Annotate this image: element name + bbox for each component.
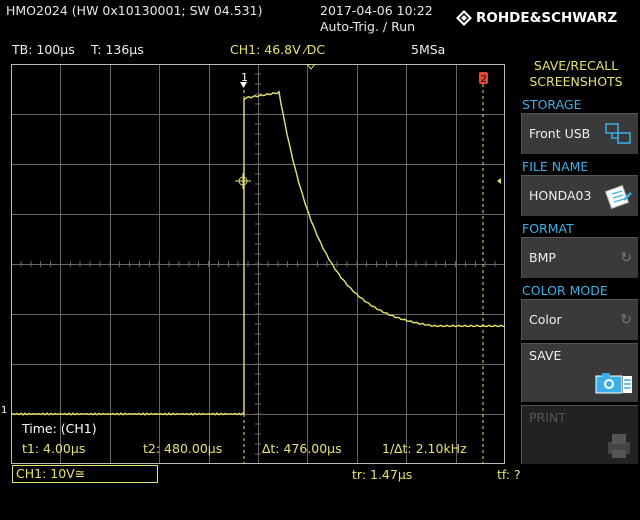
channel1-scale-label: CH1: 10V≅ — [16, 466, 86, 481]
storage-value: Front USB — [529, 126, 591, 141]
color-mode-button[interactable]: Color ↻ — [521, 299, 638, 340]
svg-text:2: 2 — [481, 74, 487, 85]
reference-2-marker[interactable]: 2 — [479, 72, 488, 85]
instrument-title: HMO2024 (HW 0x10130001; SW 04.531) — [6, 3, 263, 18]
cursor-source-readout: Time: (CH1) — [22, 421, 97, 436]
date-time: 2017-04-06 10:22 — [320, 3, 433, 18]
cursor-t2-readout: t2: 480.00µs — [143, 441, 223, 456]
file-name-button[interactable]: HONDA03 — [521, 175, 638, 216]
trigger-level-arrow-icon — [497, 178, 501, 184]
printer-icon — [608, 434, 630, 458]
storage-label: STORAGE — [522, 97, 582, 112]
cursor-inverse-delta-readout: 1/∆t: 2.10kHz — [382, 441, 467, 456]
usb-storage-icon — [605, 123, 631, 144]
format-label: FORMAT — [522, 221, 574, 236]
storage-button[interactable]: Front USB — [521, 113, 638, 154]
channel1-trigger-readout[interactable]: CH1: 46.8V ⁄DC — [230, 42, 325, 57]
datetime-block: 2017-04-06 10:22 Auto-Trig. / Run — [320, 3, 433, 35]
channel1-scale-box[interactable]: CH1: 10V≅ — [12, 465, 158, 483]
side-menu-title: SAVE/RECALL SCREENSHOTS — [516, 58, 636, 90]
camera-save-icon — [595, 373, 632, 394]
cursor-delta-t-readout: ∆t: 476.00µs — [262, 441, 342, 456]
channel1-level-label: 1 — [1, 405, 8, 416]
brand-name: ROHDE&SCHWARZ — [476, 10, 618, 26]
print-button[interactable]: PRINT — [521, 405, 638, 464]
format-value: BMP — [529, 250, 556, 265]
edit-filename-icon — [604, 184, 632, 210]
timebase-readout[interactable]: TB: 100µs — [12, 42, 75, 57]
trigger-position-marker[interactable]: 1 — [240, 71, 248, 88]
cursor-crosshair-icon[interactable] — [235, 173, 251, 189]
cycle-icon: ↻ — [620, 250, 632, 266]
cursor-t1-readout: t1: 4.00µs — [22, 441, 86, 456]
print-label: PRINT — [529, 410, 566, 425]
fall-time-readout: tf: ? — [497, 467, 521, 482]
save-button[interactable]: SAVE — [521, 343, 638, 402]
color-mode-label: COLOR MODE — [522, 283, 608, 298]
format-button[interactable]: BMP ↻ — [521, 237, 638, 278]
file-name-value: HONDA03 — [529, 188, 592, 203]
rohde-schwarz-logo-icon — [456, 10, 472, 26]
color-mode-value: Color — [529, 312, 562, 327]
save-label: SAVE — [529, 348, 562, 363]
trigger-mode: Auto-Trig. / Run — [320, 19, 416, 34]
cycle-icon: ↻ — [620, 312, 632, 328]
time-position-readout[interactable]: T: 136µs — [91, 42, 144, 57]
side-menu-title-line1: SAVE/RECALL — [533, 58, 619, 73]
file-name-label: FILE NAME — [522, 159, 589, 174]
sample-rate-readout: 5MSa — [411, 42, 446, 57]
side-menu-title-line2: SCREENSHOTS — [529, 74, 623, 89]
waveform-display[interactable]: 1 2 1 — [11, 64, 505, 464]
rise-time-readout: tr: 1.47µs — [352, 467, 413, 482]
